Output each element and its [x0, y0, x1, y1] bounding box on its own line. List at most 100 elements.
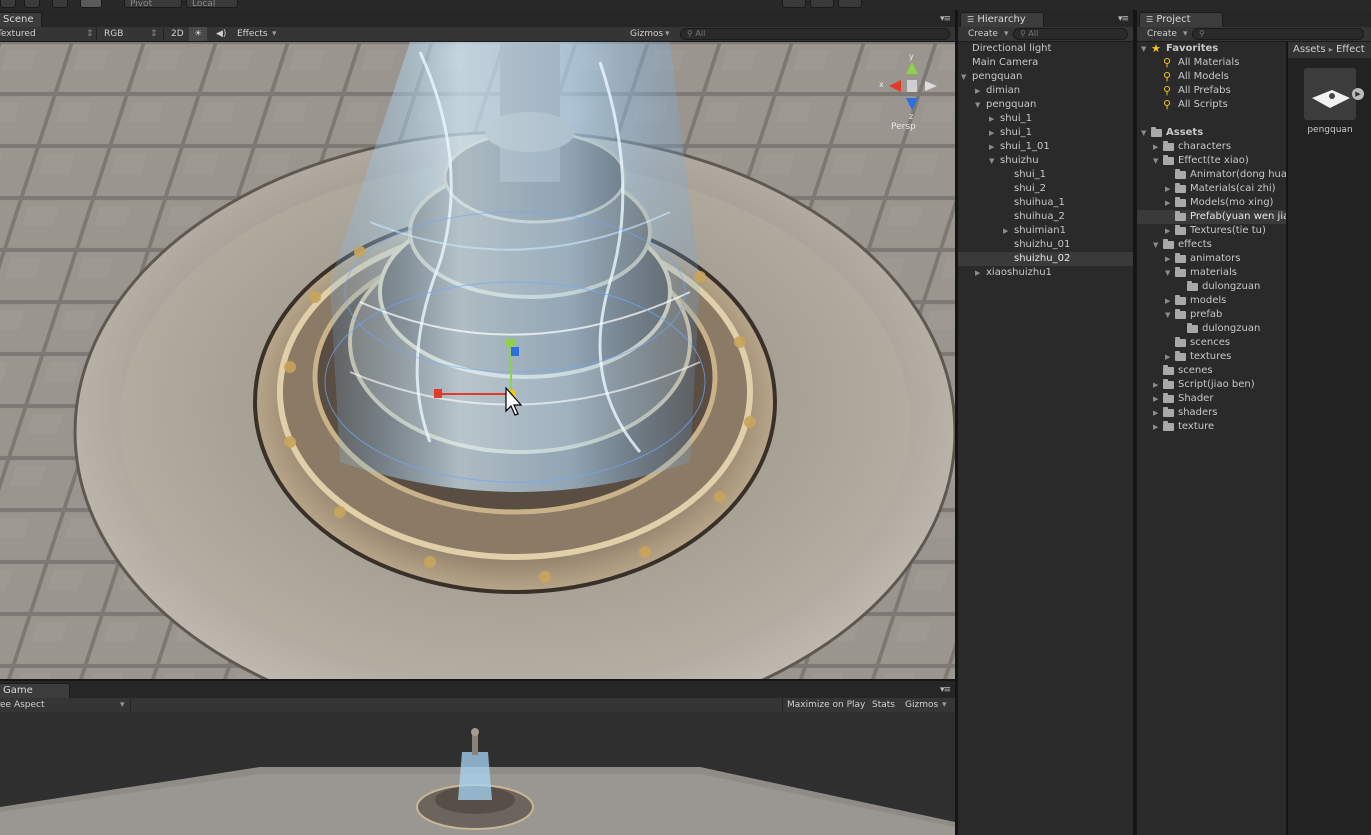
scale-tool-button[interactable] — [80, 0, 102, 8]
shading-mode-dropdown[interactable]: Textured — [0, 27, 36, 41]
expand-arrow-icon[interactable]: ▼ — [1141, 42, 1146, 56]
project-tree-item[interactable]: ⚲ All Models — [1137, 70, 1287, 84]
move-tool-button[interactable] — [24, 0, 40, 8]
project-tree-item[interactable]: ▼ materials — [1137, 266, 1287, 280]
project-tree-item[interactable]: ▶ Shader — [1137, 392, 1287, 406]
expand-arrow-icon[interactable]: ▼ — [989, 154, 994, 168]
lighting-toggle-icon[interactable]: ☀ — [189, 27, 207, 41]
hierarchy-item[interactable]: shuizhu_01 — [958, 238, 1133, 252]
stats-toggle[interactable]: Stats — [872, 698, 895, 712]
project-tree-item[interactable]: ▶ Materials(cai zhi) — [1137, 182, 1287, 196]
hierarchy-item[interactable]: ▶ xiaoshuizhu1 — [958, 266, 1133, 280]
expand-arrow-icon[interactable]: ▼ — [1153, 238, 1158, 252]
project-tree-item[interactable]: ▶ Textures(tie tu) — [1137, 224, 1287, 238]
step-button[interactable] — [838, 0, 862, 8]
expand-arrow-icon[interactable]: ▼ — [975, 98, 980, 112]
collapse-arrow-icon[interactable]: ▶ — [1165, 350, 1170, 364]
project-tree-item[interactable]: ▶ textures — [1137, 350, 1287, 364]
project-tree-item[interactable]: dulongzuan — [1137, 280, 1287, 294]
hierarchy-item[interactable]: ▼ pengquan — [958, 70, 1133, 84]
collapse-arrow-icon[interactable]: ▶ — [1003, 224, 1008, 238]
project-tree-item[interactable]: ▶ Models(mo xing) — [1137, 196, 1287, 210]
hierarchy-item[interactable]: ▶ shui_1 — [958, 126, 1133, 140]
local-toggle-button[interactable]: Local — [186, 0, 238, 9]
game-gizmos-dropdown[interactable]: Gizmos — [905, 698, 938, 712]
hierarchy-item[interactable]: shui_1 — [958, 168, 1133, 182]
hierarchy-item[interactable]: shuihua_2 — [958, 210, 1133, 224]
project-tree-item[interactable]: ▼ Effect(te xiao) — [1137, 154, 1287, 168]
hand-tool-button[interactable] — [0, 0, 16, 8]
hierarchy-item[interactable]: ▼ pengquan — [958, 98, 1133, 112]
hierarchy-item[interactable]: shui_2 — [958, 182, 1133, 196]
panel-menu-icon[interactable]: ▾≡ — [940, 14, 951, 24]
project-tree-item[interactable]: ▼ ★ Favorites — [1137, 42, 1287, 56]
game-viewport[interactable] — [0, 712, 955, 835]
project-tree-item[interactable]: Prefab(yuan wen jian) — [1137, 210, 1287, 224]
asset-item[interactable]: ▶ pengquan — [1302, 68, 1364, 140]
hierarchy-item[interactable]: ▶ shui_1 — [958, 112, 1133, 126]
hierarchy-item[interactable]: ▶ shui_1_01 — [958, 140, 1133, 154]
effects-dropdown[interactable]: Effects — [237, 27, 268, 41]
collapse-arrow-icon[interactable]: ▶ — [989, 140, 994, 154]
collapse-arrow-icon[interactable]: ▶ — [1165, 252, 1170, 266]
hierarchy-item[interactable]: Main Camera — [958, 56, 1133, 70]
expand-arrow-icon[interactable]: ▼ — [1141, 126, 1146, 140]
collapse-arrow-icon[interactable]: ▶ — [1153, 406, 1158, 420]
pivot-toggle-button[interactable]: Pivot — [124, 0, 182, 9]
collapse-arrow-icon[interactable]: ▶ — [1153, 378, 1158, 392]
project-tree-item[interactable]: ▶ models — [1137, 294, 1287, 308]
project-tree-item[interactable]: ▶ characters — [1137, 140, 1287, 154]
project-tree-item[interactable]: ⚲ All Materials — [1137, 56, 1287, 70]
tab-hierarchy[interactable]: ☰ Hierarchy — [960, 12, 1044, 27]
project-tree-item[interactable]: ▶ Script(jiao ben) — [1137, 378, 1287, 392]
project-tree-item[interactable]: dulongzuan — [1137, 322, 1287, 336]
collapse-arrow-icon[interactable]: ▶ — [1165, 182, 1170, 196]
scene-search-input[interactable]: ⚲ All — [680, 28, 950, 40]
mode-2d-toggle[interactable]: 2D — [171, 27, 184, 41]
expand-arrow-icon[interactable]: ▼ — [1165, 266, 1170, 280]
tab-project[interactable]: ☰ Project — [1139, 12, 1223, 27]
panel-menu-icon[interactable]: ▾≡ — [940, 685, 951, 695]
play-preview-icon[interactable]: ▶ — [1352, 88, 1364, 100]
hierarchy-item[interactable]: shuihua_1 — [958, 196, 1133, 210]
project-tree-item[interactable]: ▼ prefab — [1137, 308, 1287, 322]
project-tree-item[interactable]: ▼ effects — [1137, 238, 1287, 252]
collapse-arrow-icon[interactable]: ▶ — [975, 266, 980, 280]
gizmos-dropdown[interactable]: Gizmos — [630, 27, 663, 41]
collapse-arrow-icon[interactable]: ▶ — [989, 112, 994, 126]
tab-game[interactable]: Game — [0, 683, 70, 698]
breadcrumb-effect[interactable]: Effect — [1336, 44, 1365, 55]
project-tree-item[interactable]: scences — [1137, 336, 1287, 350]
project-tree-item[interactable]: ⚲ All Scripts — [1137, 98, 1287, 112]
hierarchy-item[interactable]: ▼ shuizhu — [958, 154, 1133, 168]
play-button[interactable] — [782, 0, 806, 8]
hierarchy-item[interactable]: shuizhu_02 — [958, 252, 1133, 266]
hierarchy-item[interactable]: Directional light — [958, 42, 1133, 56]
project-create-button[interactable]: Create — [1147, 27, 1177, 41]
render-mode-dropdown[interactable]: RGB — [104, 27, 123, 41]
collapse-arrow-icon[interactable]: ▶ — [1165, 294, 1170, 308]
hierarchy-item[interactable]: ▶ dimian — [958, 84, 1133, 98]
orientation-gizmo[interactable]: y x z Persp — [877, 50, 947, 140]
project-tree-item[interactable]: ▶ texture — [1137, 420, 1287, 434]
project-tree-item[interactable]: ▼ Assets — [1137, 126, 1287, 140]
expand-arrow-icon[interactable]: ▼ — [1165, 308, 1170, 322]
breadcrumb-assets[interactable]: Assets — [1293, 44, 1326, 55]
projection-label[interactable]: Persp — [891, 122, 916, 132]
project-tree-item[interactable]: ⚲ All Prefabs — [1137, 84, 1287, 98]
collapse-arrow-icon[interactable]: ▶ — [975, 84, 980, 98]
expand-arrow-icon[interactable]: ▼ — [1153, 154, 1158, 168]
audio-toggle-icon[interactable]: ◀) — [216, 27, 226, 41]
collapse-arrow-icon[interactable]: ▶ — [1153, 420, 1158, 434]
collapse-arrow-icon[interactable]: ▶ — [989, 126, 994, 140]
collapse-arrow-icon[interactable]: ▶ — [1153, 392, 1158, 406]
collapse-arrow-icon[interactable]: ▶ — [1153, 140, 1158, 154]
scene-viewport[interactable]: y x z Persp — [0, 42, 955, 679]
hierarchy-create-button[interactable]: Create — [968, 27, 998, 41]
expand-arrow-icon[interactable]: ▼ — [961, 70, 966, 84]
project-search-input[interactable]: ⚲ — [1192, 28, 1364, 40]
project-tree-item[interactable]: ▶ animators — [1137, 252, 1287, 266]
project-tree-item[interactable]: ▶ shaders — [1137, 406, 1287, 420]
pause-button[interactable] — [810, 0, 834, 8]
collapse-arrow-icon[interactable]: ▶ — [1165, 196, 1170, 210]
